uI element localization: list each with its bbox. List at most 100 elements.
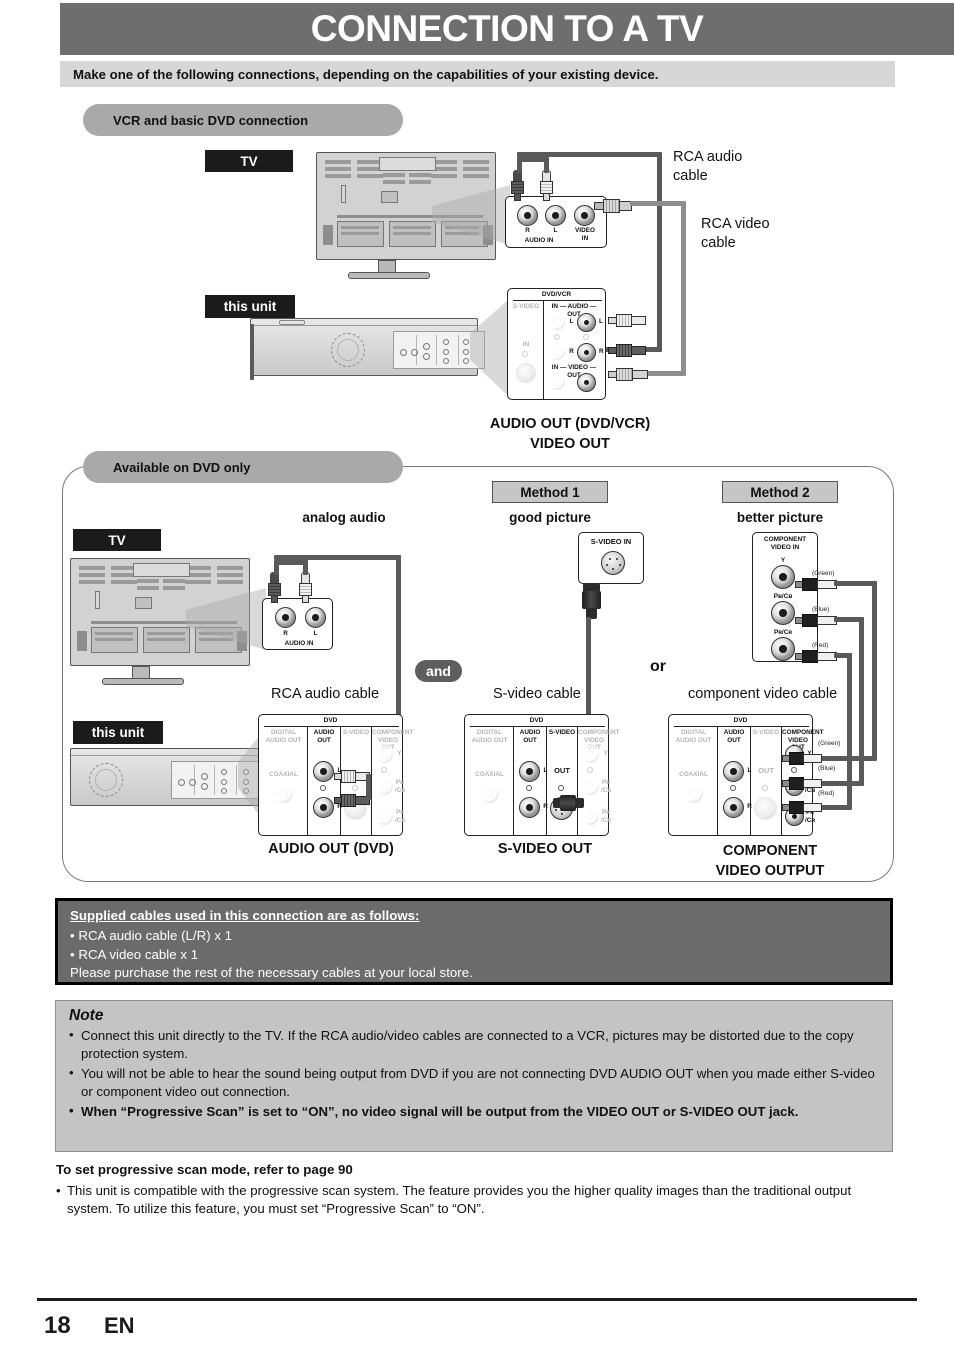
dvd-audio-out-r-s (519, 797, 540, 818)
dvd-panel-title-c: DVD (733, 717, 748, 724)
tv-tag-1: TV (205, 150, 293, 172)
dvdvcr-col-svideo-1: S-VIDEO (512, 303, 540, 310)
dvd-svideo-out-jack-c (754, 797, 777, 820)
cable-comp-red-in (820, 805, 852, 810)
dvdvcr-video-in-1 (548, 373, 566, 391)
plug-label-l-1: L (599, 318, 603, 325)
dvd-panel-title-a: DVD (323, 717, 338, 724)
cable-audio-l-vert-2 (303, 560, 308, 575)
tv-comp-color-red: (Red) (812, 642, 829, 649)
dvd-comp-color-green: (Green) (818, 740, 841, 747)
page-language: EN (104, 1313, 135, 1338)
cable-comp-green-top (834, 581, 877, 586)
supplied-item-0: • RCA audio cable (L/R) x 1 (70, 928, 233, 943)
dvdvcr-audio-in-l-1 (548, 313, 566, 331)
dvd-col-digital-a: DIGITAL AUDIO OUT (265, 729, 302, 744)
comp-plug-dvd-blue (782, 777, 822, 790)
comp-plug-tv-blue (795, 614, 837, 627)
dvdvcr-audio-out-r-1 (577, 343, 596, 362)
tv-comp-pb-label: Pʙ/Cʙ (773, 593, 793, 600)
svideo-plug-tv (582, 583, 601, 619)
tv-jack-r-label-1: R (525, 227, 530, 234)
page-title: CONNECTION TO A TV (310, 8, 704, 49)
tv-comp-pr-label: Pʀ/Cʀ (773, 629, 793, 636)
tv-component-title: COMPONENT VIDEO IN (763, 536, 807, 551)
note-heading: Note (69, 1007, 104, 1024)
subtitle-bar: Make one of the following connections, d… (60, 61, 895, 87)
subtitle-text: Make one of the following connections, d… (73, 66, 659, 82)
dvd-coaxial-jack-a (273, 783, 294, 804)
dvd-svideo-out-label-s: OUT (554, 766, 570, 775)
and-badge-label: and (426, 663, 451, 679)
output-caption-audio-dvd: AUDIO OUT (DVD) (268, 841, 394, 857)
section-badge-vcr: VCR and basic DVD connection (83, 104, 403, 136)
dvd-comp-color-blue: (Blue) (818, 765, 836, 772)
caption-svideo-cable: S-video cable (493, 686, 581, 702)
dvd-panel-component: DVD DIGITAL AUDIO OUT COAXIAL AUDIO OUT … (668, 714, 824, 836)
tv-jack-l-label-2: L (313, 630, 318, 637)
note-box: Note Connect this unit directly to the T… (55, 1000, 893, 1152)
rca-plug-unit-r-1 (608, 344, 646, 357)
dvdvcr-video-out-1 (577, 373, 596, 392)
rca-plug-unit-video-1 (608, 368, 648, 381)
tv-comp-pb-jack (771, 601, 795, 625)
cable-comp-green-in (820, 756, 877, 761)
tv-comp-color-green: (Green) (812, 570, 835, 577)
dvd-col-svideo-s: S-VIDEO (548, 729, 576, 736)
tv-svideo-panel: S-VIDEO IN (578, 532, 644, 584)
dvd-comp-pr-label-s: Pʀ /Cʀ (600, 809, 612, 824)
section-badge-dvd-label: Available on DVD only (113, 459, 251, 475)
dvd-comp-y-s (581, 745, 600, 764)
column-heading-better: better picture (736, 510, 824, 525)
tv-comp-y-label: Y (780, 557, 786, 564)
tv-tag-2-label: TV (108, 532, 126, 548)
unit-tag-2: this unit (73, 721, 163, 744)
caption-rca-audio-cable-1: RCA audio cable (673, 149, 743, 184)
tv-svideo-in-jack (601, 551, 625, 575)
dvd-comp-pb-label-s: Pʙ /Cʙ (600, 779, 612, 794)
cable-rca-video-top-1 (630, 201, 686, 206)
output-caption-svideo: S-VIDEO OUT (497, 841, 593, 857)
dvd-col-svideo-a: S-VIDEO (342, 729, 370, 736)
dvd-coaxial-jack-c (683, 783, 704, 804)
unit-tag-1: this unit (205, 295, 295, 318)
supplied-heading: Supplied cables used in this connection … (70, 908, 420, 923)
column-heading-analog: analog audio (302, 510, 386, 525)
caption-component-cable: component video cable (688, 686, 838, 702)
dvd-audio-out-l-c (723, 761, 744, 782)
dvd-comp-y-label-s: Y (603, 750, 608, 757)
rca-plug-tv-l-2 (299, 572, 312, 603)
cable-rca-audio-top-2 (274, 555, 401, 560)
tv-jack-r-label-2: R (283, 630, 288, 637)
dvd-comp-pr-s (581, 807, 600, 826)
page-number: 18 (44, 1312, 71, 1339)
cable-audio-l-vert-1 (544, 157, 549, 173)
dvdvcr-audio-l-label-1: L (569, 318, 574, 325)
zoom-fan-unit-1 (470, 300, 508, 396)
rca-plug-tv-r-1 (511, 170, 524, 201)
dvd-comp-pb-s (581, 777, 600, 796)
rca-plug-tv-l-1 (540, 170, 553, 201)
dvd-col-svideo-c: S-VIDEO (752, 729, 780, 736)
rca-plug-dvd-l-a (334, 770, 370, 783)
tv-stand-base-2 (102, 678, 184, 685)
section-badge-dvd: Available on DVD only (83, 451, 403, 483)
page-title-bar: CONNECTION TO A TV (60, 3, 954, 55)
method-2-badge: Method 2 (722, 481, 838, 503)
tv-video-in-label-1: VIDEO IN (575, 227, 595, 242)
tv-comp-y-jack (771, 565, 795, 589)
tv-audio-panel-2: R L AUDIO IN (262, 598, 333, 650)
dvd-audio-out-r-a (313, 797, 334, 818)
column-heading-good: good picture (509, 510, 591, 525)
unit-tag-1-label: this unit (223, 299, 277, 314)
dvdvcr-audio-out-l-1 (577, 313, 596, 332)
dvd-panel-title-s: DVD (529, 717, 544, 724)
dvd-comp-pr-a (375, 807, 394, 826)
and-badge: and (415, 660, 462, 682)
tv-tag-2: TV (73, 529, 161, 551)
unit-dvdvcr-panel-1: DVD/VCR S-VIDEO IN IN — AUDIO — OUT L R … (507, 288, 606, 400)
output-caption-component: COMPONENT VIDEO OUTPUT (715, 843, 825, 879)
dvd-comp-y-label-a: Y (397, 750, 402, 757)
footer-rule (37, 1298, 917, 1301)
cable-comp-green-down (872, 581, 877, 760)
